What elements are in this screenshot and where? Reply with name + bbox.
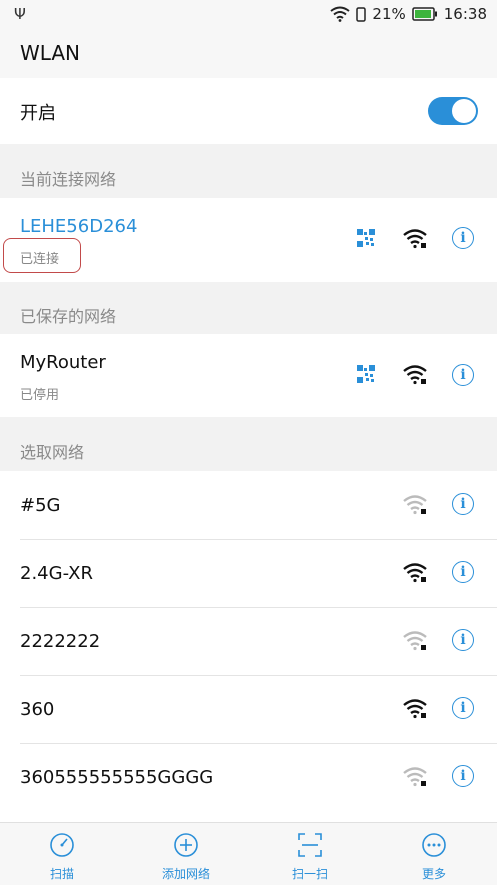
- wifi-weak-icon: [403, 631, 427, 651]
- more-icon: [422, 833, 446, 857]
- wifi-strong-icon: [403, 699, 427, 719]
- tab-add-network[interactable]: 添加网络: [124, 823, 248, 885]
- qr-code-icon[interactable]: [357, 365, 375, 383]
- status-highlight-box: [3, 238, 81, 273]
- network-row[interactable]: 2.4G-XR i: [0, 540, 497, 607]
- network-row[interactable]: 360 i: [0, 676, 497, 743]
- status-bar: Ψ 21% 16:38: [0, 0, 497, 30]
- tab-more[interactable]: 更多: [372, 823, 496, 885]
- section-header-available: 选取网络: [0, 417, 497, 471]
- tab-more-label: 更多: [421, 867, 446, 881]
- info-icon[interactable]: i: [452, 765, 474, 787]
- qr-code-icon[interactable]: [357, 229, 375, 247]
- wifi-strong-icon: [403, 563, 427, 583]
- page-title: WLAN: [20, 41, 81, 65]
- wifi-weak-icon: [403, 495, 427, 515]
- qr-scan-icon: [298, 833, 322, 857]
- tab-qr-scan[interactable]: 扫一扫: [248, 823, 372, 885]
- tab-qr-scan-label: 扫一扫: [291, 867, 328, 881]
- info-icon[interactable]: i: [452, 364, 474, 386]
- app-header: WLAN: [0, 30, 497, 78]
- network-name: 2222222: [20, 631, 101, 652]
- wifi-strong-icon: [403, 365, 427, 385]
- saved-network-row[interactable]: MyRouter 已停用 i: [0, 334, 497, 417]
- saved-network-status: 已停用: [20, 388, 60, 403]
- current-network-row[interactable]: LEHE56D264 已连接 i: [0, 198, 497, 282]
- section-current-label: 当前连接网络: [20, 170, 117, 189]
- info-icon[interactable]: i: [452, 629, 474, 651]
- wifi-status-icon: [330, 6, 351, 22]
- network-name: 360: [20, 699, 55, 720]
- section-header-current: 当前连接网络: [0, 144, 497, 198]
- info-icon[interactable]: i: [452, 493, 474, 515]
- switch-knob: [452, 99, 476, 123]
- network-row[interactable]: #5G i: [0, 471, 497, 539]
- wlan-toggle-label: 开启: [20, 103, 56, 124]
- battery-percent: 21%: [372, 5, 406, 23]
- section-saved-label: 已保存的网络: [20, 307, 117, 326]
- info-icon[interactable]: i: [452, 227, 474, 249]
- wifi-strong-icon: [403, 229, 427, 249]
- wifi-weak-icon: [403, 767, 427, 787]
- saved-network-name: MyRouter: [20, 352, 106, 373]
- battery-icon: [412, 7, 437, 21]
- status-right: 21% 16:38: [330, 5, 487, 23]
- current-network-name: LEHE56D264: [20, 216, 138, 237]
- info-icon[interactable]: i: [452, 697, 474, 719]
- tab-scan[interactable]: 扫描: [0, 823, 124, 885]
- wlan-switch[interactable]: [428, 97, 478, 125]
- section-available-label: 选取网络: [20, 443, 85, 462]
- bottom-toolbar: 扫描 添加网络 扫一扫 更多: [0, 822, 497, 885]
- network-name: 2.4G-XR: [20, 563, 94, 584]
- tab-scan-label: 扫描: [49, 867, 74, 881]
- network-row[interactable]: 2222222 i: [0, 608, 497, 675]
- clock: 16:38: [443, 5, 487, 23]
- tab-add-network-label: 添加网络: [161, 867, 210, 881]
- add-network-icon: [174, 833, 198, 857]
- network-name: 360555555555GGGG: [20, 767, 214, 788]
- section-header-saved: 已保存的网络: [0, 282, 497, 334]
- usb-icon: Ψ: [14, 5, 26, 23]
- wlan-toggle-row[interactable]: 开启: [0, 78, 497, 144]
- network-name: #5G: [20, 495, 61, 516]
- phone-icon: [356, 6, 367, 22]
- info-icon[interactable]: i: [452, 561, 474, 583]
- scan-icon: [50, 833, 74, 857]
- network-row[interactable]: 360555555555GGGG i: [0, 744, 497, 812]
